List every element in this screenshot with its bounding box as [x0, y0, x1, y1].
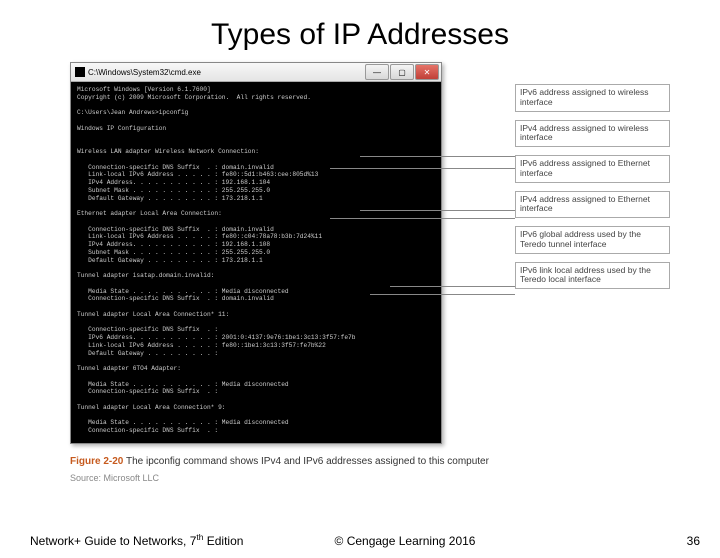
label-ipv6-teredo-local: IPv6 link local address used by the Tere…: [515, 262, 670, 290]
window-titlebar: C:\Windows\System32\cmd.exe — ▢ ✕: [71, 63, 441, 82]
cmd-icon: [75, 67, 85, 77]
callout-labels: IPv6 address assigned to wireless interf…: [515, 84, 670, 297]
figure-source: Source: Microsoft LLC: [70, 473, 670, 483]
figure-caption: Figure 2-20 The ipconfig command shows I…: [70, 456, 670, 467]
leader-line: [390, 286, 515, 287]
minimize-button[interactable]: —: [365, 64, 389, 80]
leader-line: [330, 168, 515, 169]
label-ipv6-teredo-global: IPv6 global address used by the Teredo t…: [515, 226, 670, 254]
maximize-button[interactable]: ▢: [390, 64, 414, 80]
cmd-output: Microsoft Windows [Version 6.1.7600] Cop…: [71, 82, 441, 443]
leader-line: [370, 294, 515, 295]
copyright: © Cengage Learning 2016: [90, 534, 720, 548]
label-ipv4-wireless: IPv4 address assigned to wireless interf…: [515, 120, 670, 148]
slide-title: Types of IP Addresses: [0, 18, 720, 52]
label-ipv4-ethernet: IPv4 address assigned to Ethernet interf…: [515, 191, 670, 219]
leader-line: [360, 156, 515, 157]
cmd-window: C:\Windows\System32\cmd.exe — ▢ ✕ Micros…: [70, 62, 442, 444]
label-ipv6-wireless: IPv6 address assigned to wireless interf…: [515, 84, 670, 112]
figure-caption-text: The ipconfig command shows IPv4 and IPv6…: [126, 456, 489, 467]
figure-area: C:\Windows\System32\cmd.exe — ▢ ✕ Micros…: [70, 62, 670, 483]
window-controls: — ▢ ✕: [364, 64, 439, 80]
label-ipv6-ethernet: IPv6 address assigned to Ethernet interf…: [515, 155, 670, 183]
titlebar-path: C:\Windows\System32\cmd.exe: [88, 68, 201, 77]
figure-number: Figure 2-20: [70, 456, 123, 467]
titlebar-left: C:\Windows\System32\cmd.exe: [75, 67, 201, 77]
leader-line: [360, 210, 515, 211]
close-button[interactable]: ✕: [415, 64, 439, 80]
leader-line: [330, 218, 515, 219]
page-number: 36: [687, 534, 700, 548]
